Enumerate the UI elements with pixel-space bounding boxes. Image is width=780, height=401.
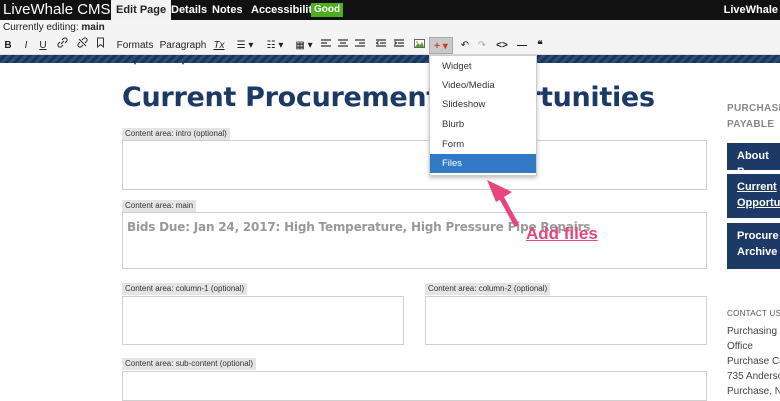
content-area-label-intro: Content area: intro (optional) bbox=[122, 128, 230, 140]
tab-edit-page[interactable]: Edit Page bbox=[111, 0, 172, 20]
image-icon[interactable] bbox=[413, 37, 426, 54]
table-button[interactable]: ▦ ▾ bbox=[293, 37, 315, 54]
content-area-label-column-2: Content area: column-2 (optional) bbox=[425, 283, 551, 295]
contact-line: Purchasing & bbox=[727, 326, 780, 337]
sidebar-item-label: Opportu bbox=[737, 197, 780, 209]
content-area-intro[interactable] bbox=[122, 140, 707, 190]
header-stripe bbox=[0, 55, 780, 63]
content-area-sub-content[interactable] bbox=[122, 371, 707, 401]
sidebar-item-label: Procure bbox=[737, 230, 779, 242]
clear-formatting-button[interactable]: Tx bbox=[212, 37, 226, 54]
editing-status: Currently editing: main bbox=[0, 20, 780, 36]
italic-button[interactable]: I bbox=[21, 37, 31, 54]
page-title[interactable]: Current Procurement Opportunities bbox=[122, 82, 655, 113]
editor-toolbar: B I U Formats ▾ Paragraph ▾ Tx ☰ ▾ ☷ ▾ ▦… bbox=[0, 36, 780, 68]
content-area-label-column-1: Content area: column-1 (optional) bbox=[122, 283, 248, 295]
content-area-label-sub-content: Content area: sub-content (optional) bbox=[122, 358, 257, 370]
blockquote-button[interactable]: ❝ bbox=[533, 37, 547, 54]
redo-button[interactable]: ↷ bbox=[477, 37, 487, 54]
insert-dropdown-menu: Widget Video/Media Slideshow Blurb Form … bbox=[429, 55, 537, 176]
menu-item-form[interactable]: Form bbox=[430, 135, 536, 154]
horizontal-rule-button[interactable]: — bbox=[516, 37, 528, 54]
align-right-icon[interactable] bbox=[354, 37, 366, 54]
accessibility-status-badge: Good bbox=[311, 3, 344, 17]
top-bar: LiveWhale CMS Edit Page Details Notes Ac… bbox=[0, 0, 780, 20]
bookmark-icon[interactable] bbox=[95, 37, 105, 54]
align-center-icon[interactable] bbox=[337, 37, 349, 54]
annotation-label: Add files bbox=[526, 224, 598, 243]
underline-button[interactable]: U bbox=[38, 37, 48, 54]
editing-prefix: Currently editing: bbox=[3, 22, 79, 33]
numbered-list-button[interactable]: ☷ ▾ bbox=[263, 37, 287, 54]
sidebar-item-procurement-archive[interactable]: Procure Archive bbox=[727, 223, 780, 269]
contact-heading: CONTACT US bbox=[727, 309, 780, 318]
menu-item-blurb[interactable]: Blurb bbox=[430, 115, 536, 134]
menu-item-files[interactable]: Files bbox=[430, 154, 536, 173]
contact-line: Office bbox=[727, 341, 753, 352]
indent-icon[interactable] bbox=[393, 37, 405, 54]
sidebar-heading-line-2: PAYABLE bbox=[727, 119, 775, 130]
bold-button[interactable]: B bbox=[3, 37, 13, 54]
tab-notes[interactable]: Notes bbox=[207, 0, 248, 20]
content-area-column-1[interactable] bbox=[122, 296, 404, 345]
sidebar-item-label: Archive bbox=[737, 246, 778, 258]
sidebar-item-about[interactable]: About P bbox=[727, 143, 780, 178]
outdent-icon[interactable] bbox=[375, 37, 387, 54]
contact-line: Purchase, N bbox=[727, 386, 780, 397]
contact-line: Purchase Co bbox=[727, 356, 780, 367]
paragraph-dropdown[interactable]: Paragraph ▾ bbox=[159, 37, 207, 68]
main-content-text[interactable]: Bids Due: Jan 24, 2017: High Temperature… bbox=[127, 220, 590, 234]
source-code-button[interactable]: <> bbox=[495, 37, 509, 54]
content-area-label-main: Content area: main bbox=[122, 200, 197, 212]
align-left-icon[interactable] bbox=[320, 37, 332, 54]
formats-dropdown[interactable]: Formats ▾ bbox=[115, 37, 155, 68]
unlink-icon[interactable] bbox=[76, 37, 88, 54]
editing-page: main bbox=[81, 22, 105, 33]
content-area-column-2[interactable] bbox=[425, 296, 707, 345]
bullet-list-button[interactable]: ☰ ▾ bbox=[233, 37, 257, 54]
undo-button[interactable]: ↶ bbox=[460, 37, 470, 54]
menu-item-widget[interactable]: Widget bbox=[430, 57, 536, 76]
menu-item-slideshow[interactable]: Slideshow bbox=[430, 95, 536, 114]
tab-details[interactable]: Details bbox=[166, 0, 212, 20]
link-icon[interactable] bbox=[56, 37, 68, 54]
contact-line: 735 Anderso bbox=[727, 371, 780, 382]
sidebar-item-current-opportunities[interactable]: Current Opportu bbox=[727, 174, 780, 218]
sidebar-heading-line-1: PURCHASI bbox=[727, 103, 780, 114]
sidebar-item-label: Current bbox=[737, 181, 777, 193]
site-name[interactable]: LiveWhale bbox=[724, 0, 780, 20]
app-title: LiveWhale CMS bbox=[3, 1, 111, 18]
menu-item-video-media[interactable]: Video/Media bbox=[430, 76, 536, 95]
insert-button[interactable]: + ▾ bbox=[429, 37, 453, 54]
